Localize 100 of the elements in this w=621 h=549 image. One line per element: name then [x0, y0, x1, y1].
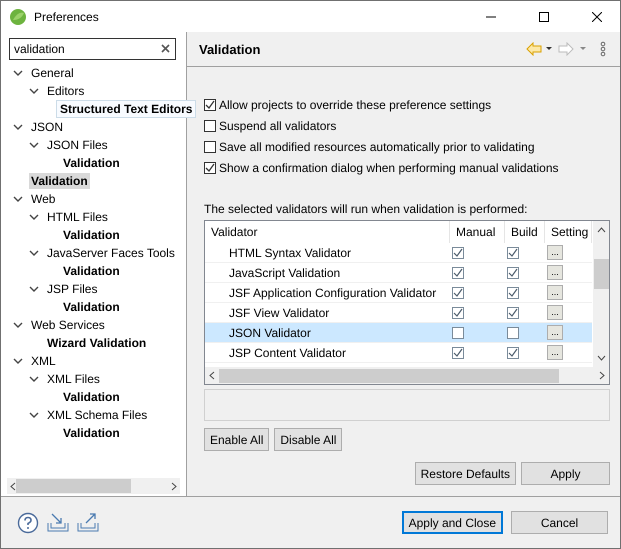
expanded-chevron-icon[interactable]: [29, 86, 39, 96]
checkbox[interactable]: [452, 286, 464, 298]
expanded-chevron-icon[interactable]: [13, 194, 23, 204]
checkbox[interactable]: [507, 306, 519, 318]
tree-item[interactable]: Web: [29, 191, 58, 207]
option-label: Suspend all validators: [219, 118, 336, 132]
tree-item[interactable]: Editors: [45, 83, 86, 99]
tree-item[interactable]: General: [29, 65, 76, 81]
dropdown-icon[interactable]: [546, 47, 552, 50]
tree-item[interactable]: Validation: [61, 389, 122, 405]
scroll-left-icon[interactable]: [209, 371, 215, 380]
table-caption: The selected validators will run when validation is performed:: [204, 202, 528, 218]
table-row[interactable]: JSF View Validator ...: [205, 303, 592, 323]
tree-item[interactable]: Wizard Validation: [45, 335, 148, 351]
expanded-chevron-icon[interactable]: [13, 122, 23, 132]
clear-icon[interactable]: [161, 44, 170, 53]
tree-item[interactable]: JavaServer Faces Tools: [45, 245, 177, 261]
more-options-icon[interactable]: [598, 41, 608, 57]
page-button[interactable]: Apply: [521, 462, 610, 485]
validator-name: JSF View Validator: [228, 306, 330, 320]
table-row[interactable]: JSON Validator ...: [205, 323, 592, 343]
table-row[interactable]: JSP Content Validator ...: [205, 343, 592, 363]
search-field[interactable]: validation: [9, 38, 176, 60]
tree-item[interactable]: Validation: [29, 173, 90, 189]
validator-name: JSON Validator: [228, 326, 312, 340]
table-action-button[interactable]: Disable All: [274, 428, 342, 451]
checkbox[interactable]: [507, 286, 519, 298]
checkbox[interactable]: [507, 266, 519, 278]
help-icon[interactable]: [17, 512, 39, 534]
validator-name: JavaScript Validation: [228, 266, 342, 280]
tree-item[interactable]: JSP Files: [45, 281, 100, 297]
tree-item[interactable]: JSON Files: [45, 137, 110, 153]
expanded-chevron-icon[interactable]: [29, 140, 39, 150]
vertical-scrollbar[interactable]: [593, 221, 609, 367]
option-label: Show a confirmation dialog when performing manual validations: [219, 160, 559, 174]
checkbox[interactable]: [204, 162, 216, 174]
expanded-chevron-icon[interactable]: [13, 68, 23, 78]
tree-item[interactable]: Validation: [61, 425, 122, 441]
leaf-logo-icon: [9, 8, 27, 26]
expanded-chevron-icon[interactable]: [29, 212, 39, 222]
maximize-icon: [539, 12, 549, 22]
validator-name: HTML Syntax Validator: [228, 246, 352, 260]
checkbox[interactable]: [507, 346, 519, 358]
close-icon: [592, 12, 602, 22]
scroll-up-icon[interactable]: [596, 227, 606, 233]
checkbox[interactable]: [204, 120, 216, 132]
window-title: Preferences: [34, 10, 100, 24]
checkbox[interactable]: [452, 326, 464, 338]
tree-item[interactable]: Validation: [61, 227, 122, 243]
dialog-button[interactable]: Cancel: [511, 511, 608, 534]
tree-item[interactable]: XML: [29, 353, 58, 369]
tree-item[interactable]: Validation: [61, 299, 122, 315]
scroll-right-icon[interactable]: [599, 371, 605, 380]
checkbox[interactable]: [452, 346, 464, 358]
tree-item[interactable]: Web Services: [29, 317, 107, 333]
page-title: Validation: [199, 42, 262, 56]
scroll-right-icon[interactable]: [171, 482, 177, 490]
tooltip: Structured Text Editors: [56, 100, 196, 118]
expanded-chevron-icon[interactable]: [13, 320, 23, 330]
tree-item[interactable]: XML Files: [45, 371, 102, 387]
checkbox[interactable]: [507, 246, 519, 258]
settings-button[interactable]: ...: [547, 285, 563, 300]
expanded-chevron-icon[interactable]: [29, 374, 39, 384]
tree-item[interactable]: JSON: [29, 119, 66, 135]
checkbox[interactable]: [452, 246, 464, 258]
checkbox[interactable]: [452, 306, 464, 318]
expanded-chevron-icon[interactable]: [29, 248, 39, 258]
scroll-left-icon[interactable]: [10, 482, 16, 490]
dialog-button[interactable]: Apply and Close: [402, 511, 503, 534]
table-row[interactable]: JSF Application Configuration Validator ...: [205, 283, 592, 303]
table-row[interactable]: JavaScript Validation ...: [205, 263, 592, 283]
settings-button[interactable]: ...: [547, 325, 563, 340]
tree-item[interactable]: Validation: [61, 263, 122, 279]
tree-item[interactable]: XML Schema Files: [45, 407, 150, 423]
settings-button[interactable]: ...: [547, 345, 563, 360]
horizontal-scrollbar[interactable]: [205, 367, 609, 384]
horizontal-scrollbar[interactable]: [7, 478, 180, 494]
settings-button[interactable]: ...: [547, 305, 563, 320]
expanded-chevron-icon[interactable]: [29, 284, 39, 294]
export-icon[interactable]: [77, 512, 99, 532]
tree-item[interactable]: HTML Files: [45, 209, 110, 225]
settings-button[interactable]: ...: [547, 265, 563, 280]
validator-name: JSF Application Configuration Validator: [228, 286, 438, 300]
expanded-chevron-icon[interactable]: [13, 356, 23, 366]
table-action-button[interactable]: Enable All: [204, 428, 270, 451]
scroll-thumb[interactable]: [594, 259, 608, 289]
table-row[interactable]: HTML Syntax Validator ...: [205, 243, 592, 263]
checkbox[interactable]: [452, 266, 464, 278]
scroll-down-icon[interactable]: [596, 355, 606, 361]
checkbox[interactable]: [507, 326, 519, 338]
settings-button[interactable]: ...: [547, 245, 563, 260]
option-label: Save all modified resources automatically prior to validating: [219, 140, 534, 154]
import-icon[interactable]: [47, 512, 69, 532]
checkbox[interactable]: [204, 98, 216, 110]
page-button[interactable]: Restore Defaults: [414, 462, 516, 485]
expanded-chevron-icon[interactable]: [29, 410, 39, 420]
validator-name: JSP Content Validator: [228, 346, 347, 360]
option-label: Allow projects to override these preference settings: [219, 98, 492, 112]
tree-item[interactable]: Validation: [61, 155, 122, 171]
checkbox[interactable]: [204, 140, 216, 152]
